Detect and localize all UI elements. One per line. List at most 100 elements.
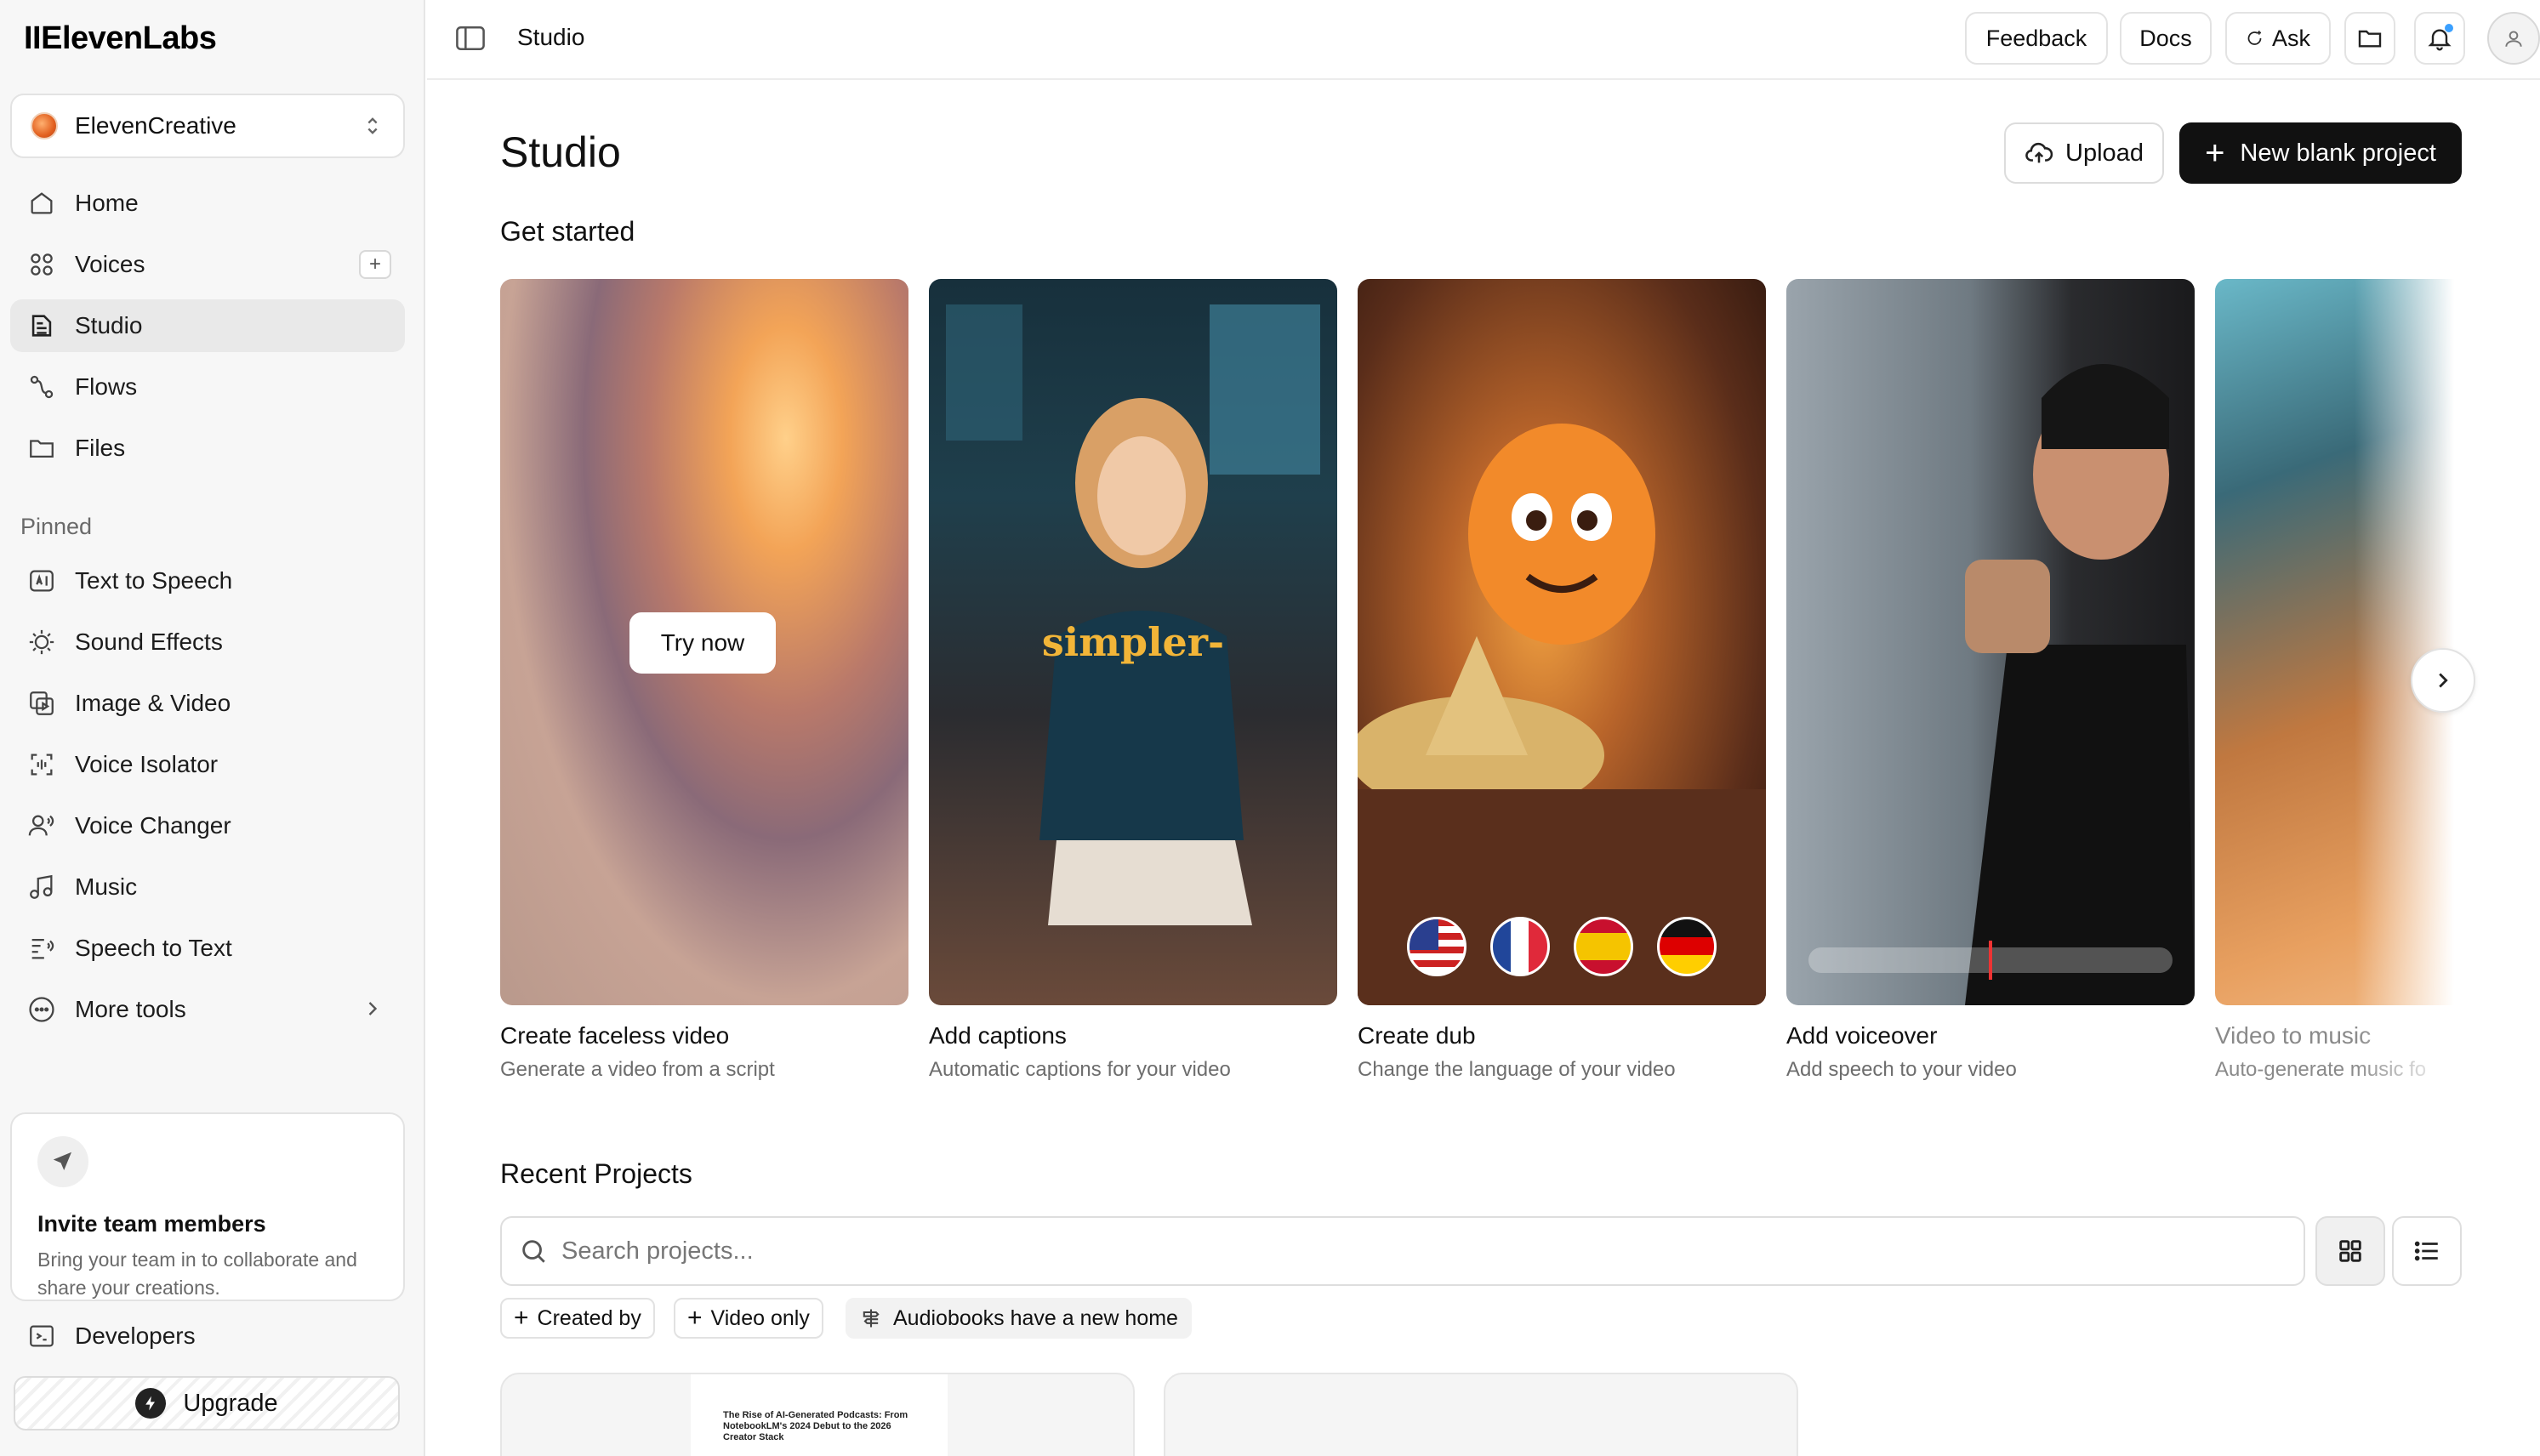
card-create-dub[interactable]: Create dub Change the language of your v…: [1358, 279, 1766, 1082]
sidebar-item-label: Speech to Text: [75, 935, 232, 961]
filter-created-by[interactable]: + Created by: [500, 1298, 655, 1339]
sidebar-item-more-tools[interactable]: More tools: [10, 983, 405, 1036]
ask-label: Ask: [2271, 25, 2310, 51]
card-image: simpler-: [929, 279, 1337, 1005]
card-title: Create dub: [1358, 1022, 1476, 1049]
pinned-nav: Text to Speech Sound Effects Image & Vid…: [10, 555, 405, 1044]
new-blank-project-button[interactable]: + New blank project: [2179, 122, 2462, 184]
feedback-button[interactable]: Feedback: [1965, 12, 2108, 65]
docs-button[interactable]: Docs: [2120, 12, 2212, 65]
user-avatar[interactable]: [2487, 12, 2540, 65]
project-card[interactable]: The Rise of AI-Generated Podcasts: From …: [500, 1373, 1135, 1456]
try-now-button[interactable]: Try now: [629, 612, 776, 674]
audiobooks-notice-chip[interactable]: Audiobooks have a new home: [846, 1298, 1192, 1339]
germany-flag-icon: [1657, 917, 1717, 976]
invite-description: Bring your team in to collaborate and sh…: [37, 1248, 357, 1299]
card-add-captions[interactable]: simpler- Add captions Automatic captions…: [929, 279, 1337, 1082]
sidebar-item-voice-changer[interactable]: Voice Changer: [10, 799, 405, 852]
workspace-switcher[interactable]: ElevenCreative: [10, 94, 405, 158]
grid-view-button[interactable]: [2315, 1216, 2385, 1286]
sidebar-item-files[interactable]: Files: [10, 422, 405, 475]
developers-icon: [30, 1325, 54, 1347]
filter-video-only[interactable]: + Video only: [674, 1298, 823, 1339]
sidebar-item-voice-isolator[interactable]: Voice Isolator: [10, 738, 405, 791]
card-title: Add captions: [929, 1022, 1067, 1049]
project-thumbnail: The Rise of AI-Generated Podcasts: From …: [691, 1374, 948, 1456]
upgrade-label: Upgrade: [183, 1389, 278, 1417]
grid-icon: [2339, 1240, 2361, 1262]
notifications-button[interactable]: [2414, 12, 2465, 65]
filter-label: Created by: [537, 1305, 641, 1330]
sidebar-item-home[interactable]: Home: [10, 177, 405, 230]
card-description: Add speech to your video: [1786, 1058, 2017, 1081]
sidebar-item-label: Flows: [75, 373, 138, 400]
sidebar-item-image-video[interactable]: Image & Video: [10, 677, 405, 730]
language-flags: [1407, 917, 1717, 976]
plus-icon: +: [2205, 134, 2225, 172]
card-image: [1358, 279, 1766, 1005]
list-icon: [2414, 1241, 2438, 1261]
card-description: Automatic captions for your video: [929, 1058, 1231, 1081]
files-button[interactable]: [2344, 12, 2395, 65]
chip-label: Audiobooks have a new home: [893, 1305, 1178, 1330]
list-view-button[interactable]: [2392, 1216, 2462, 1286]
sidebar-item-voices[interactable]: Voices +: [10, 238, 405, 291]
main-nav: Home Voices + Studio Flows Files: [10, 177, 405, 483]
mascot-illustration: [1358, 424, 1766, 1005]
signpost-icon: [863, 1309, 880, 1328]
sidebar-item-text-to-speech[interactable]: Text to Speech: [10, 555, 405, 607]
voice-isolator-icon: [31, 754, 53, 776]
project-card[interactable]: [1164, 1373, 1798, 1456]
sidebar-item-music[interactable]: Music: [10, 861, 405, 913]
filter-label: Video only: [710, 1305, 810, 1330]
speech-to-text-icon: [31, 938, 54, 959]
spain-flag-icon: [1574, 917, 1633, 976]
ask-ai-icon: [2247, 31, 2262, 45]
sidebar-item-developers[interactable]: Developers: [10, 1310, 405, 1362]
captions-overlay-text: simpler-: [1041, 619, 1225, 665]
ask-button[interactable]: Ask: [2225, 12, 2331, 65]
chevron-right-icon: [368, 1002, 378, 1015]
folder-icon: [2358, 30, 2382, 48]
card-create-faceless-video[interactable]: Try now Create faceless video Generate a…: [500, 279, 908, 1082]
sidebar-item-label: Music: [75, 873, 138, 900]
upload-label: Upload: [2065, 139, 2144, 167]
card-title: Add voiceover: [1786, 1022, 1938, 1049]
sidebar-item-sound-effects[interactable]: Sound Effects: [10, 616, 405, 668]
invite-team-card[interactable]: Invite team members Bring your team in t…: [10, 1112, 405, 1301]
invite-title: Invite team members: [37, 1211, 266, 1237]
search-icon: [522, 1240, 545, 1263]
sidebar-toggle-icon[interactable]: [456, 26, 485, 51]
add-voice-button[interactable]: +: [359, 250, 391, 279]
notification-dot: [2445, 24, 2453, 32]
page-title: Studio: [500, 128, 621, 176]
breadcrumb: Studio: [517, 24, 585, 50]
sidebar-item-studio[interactable]: Studio: [10, 299, 405, 352]
carousel-next-button[interactable]: [2411, 648, 2475, 713]
card-description: Change the language of your video: [1358, 1058, 1676, 1081]
top-bar: Studio Feedback Docs Ask: [427, 0, 2540, 80]
sidebar-item-speech-to-text[interactable]: Speech to Text: [10, 922, 405, 975]
elevenlabs-logo[interactable]: IIElevenLabs: [24, 20, 217, 57]
sidebar-item-flows[interactable]: Flows: [10, 361, 405, 413]
card-add-voiceover[interactable]: Add voiceover Add speech to your video: [1786, 279, 2195, 1082]
card-image: Try now: [500, 279, 908, 1005]
lightning-icon: [135, 1388, 167, 1419]
search-placeholder: Search projects...: [561, 1237, 754, 1265]
cloud-upload-icon: [2025, 142, 2053, 163]
card-image: [1786, 279, 2195, 1005]
sidebar-item-label: Text to Speech: [75, 567, 233, 594]
workspace-name: ElevenCreative: [75, 112, 236, 139]
sidebar-item-label: Voice Isolator: [75, 751, 219, 777]
image-video-icon: [30, 691, 54, 715]
man-with-cup-illustration: [1965, 364, 2195, 1005]
upload-button[interactable]: Upload: [2004, 122, 2164, 184]
search-projects-input[interactable]: Search projects...: [500, 1216, 2305, 1286]
voice-changer-icon: [28, 815, 54, 836]
flows-icon: [30, 375, 54, 399]
user-icon: [2505, 31, 2522, 47]
playhead: [1989, 941, 1992, 980]
sidebar-item-label: Developers: [75, 1322, 196, 1349]
upgrade-button[interactable]: Upgrade: [14, 1376, 400, 1430]
sound-effects-icon: [29, 629, 54, 655]
